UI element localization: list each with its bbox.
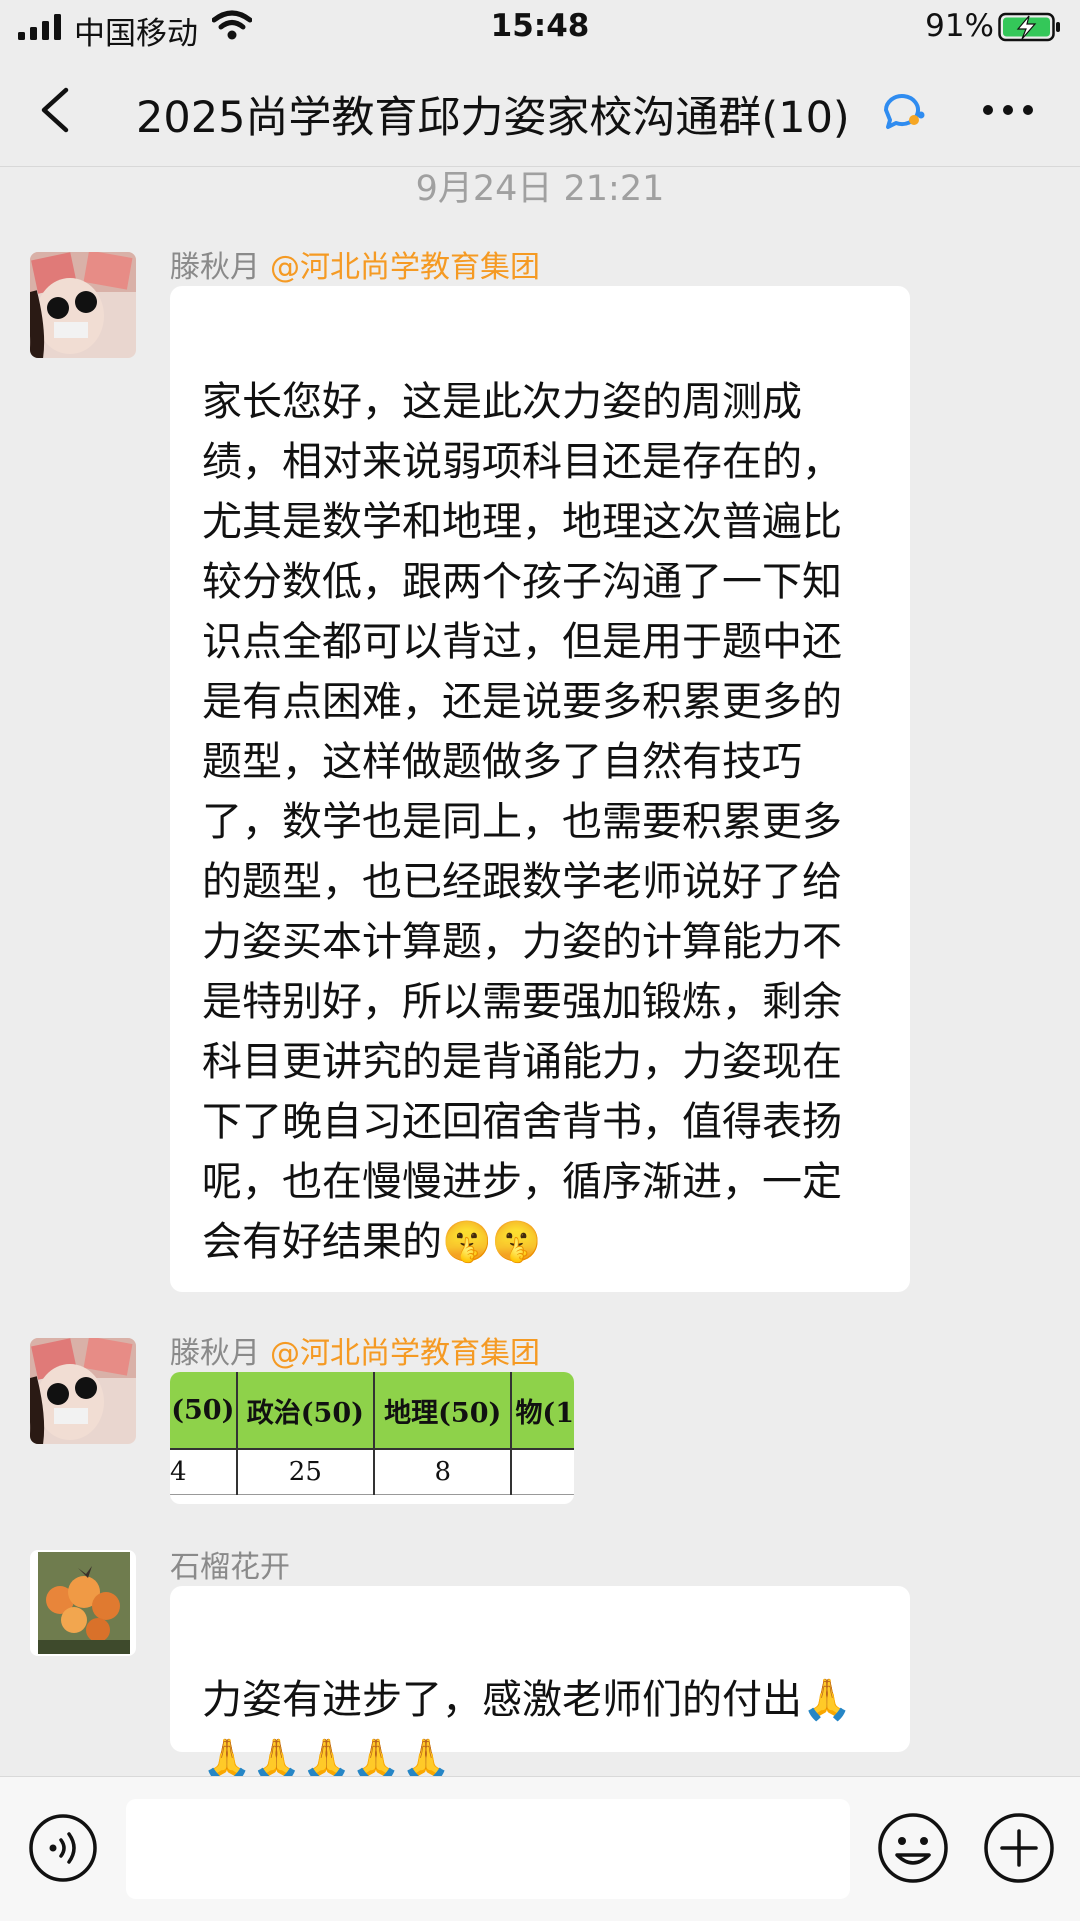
score-table-image[interactable]: (50) 政治(50) 地理(50) 物(1 4 25 8 <box>170 1372 574 1504</box>
sender-tag: @河北尚学教育集团 <box>270 250 540 285</box>
sender-name: 石榴花开 <box>170 1542 290 1586</box>
voice-input-icon[interactable] <box>28 1813 98 1883</box>
table-cell <box>511 1449 574 1495</box>
message-text: 家长您好，这是此次力姿的周测成绩，相对来说弱项科目还是存在的，尤其是数学和地理，… <box>202 379 842 1265</box>
chat-title: 2025尚学教育邱力姿家校沟通群(10) <box>136 93 850 143</box>
avatar[interactable] <box>30 1550 136 1656</box>
message-timestamp: 9月24日 21:21 <box>415 169 665 209</box>
sender-name: 滕秋月 @河北尚学教育集团 <box>170 1328 540 1372</box>
table-cell: 8 <box>374 1449 513 1495</box>
sender-name-text: 滕秋月 <box>170 1336 260 1371</box>
sender-name: 滕秋月 @河北尚学教育集团 <box>170 242 540 286</box>
plus-icon[interactable] <box>982 1811 1056 1885</box>
chat-bubble-icon <box>884 94 925 129</box>
sender-name-text: 石榴花开 <box>170 1550 290 1585</box>
sender-tag: @河北尚学教育集团 <box>270 1336 540 1371</box>
sender-name-text: 滕秋月 <box>170 250 260 285</box>
back-arrow-icon[interactable] <box>30 84 80 136</box>
battery-percent: 91% <box>925 8 994 44</box>
table-cell: 4 <box>170 1449 238 1495</box>
battery-charging-icon <box>998 12 1060 42</box>
input-bar <box>0 1776 1080 1921</box>
message-text: 力姿有进步了，感激老师们的付出🙏🙏🙏🙏🙏🙏 <box>202 1677 852 1783</box>
chat-header: 2025尚学教育邱力姿家校沟通群(10) <box>0 54 1080 167</box>
message-input[interactable] <box>126 1799 850 1899</box>
avatar[interactable] <box>30 1338 136 1444</box>
table-header: 政治(50) <box>236 1372 376 1450</box>
table-header: 物(1 <box>511 1372 574 1450</box>
message-bubble[interactable]: 力姿有进步了，感激老师们的付出🙏🙏🙏🙏🙏🙏 <box>170 1586 910 1783</box>
more-options-icon[interactable] <box>978 90 1038 130</box>
table-header: 地理(50) <box>374 1372 513 1450</box>
table-header: (50) <box>170 1372 238 1450</box>
status-bar: 中国移动 15:48 91% <box>0 0 1080 54</box>
table-cell: 25 <box>236 1449 376 1495</box>
emoji-icon[interactable] <box>876 1811 950 1885</box>
message-bubble[interactable]: 家长您好，这是此次力姿的周测成绩，相对来说弱项科目还是存在的，尤其是数学和地理，… <box>170 286 910 1292</box>
clock: 15:48 <box>490 8 590 44</box>
avatar[interactable] <box>30 252 136 358</box>
